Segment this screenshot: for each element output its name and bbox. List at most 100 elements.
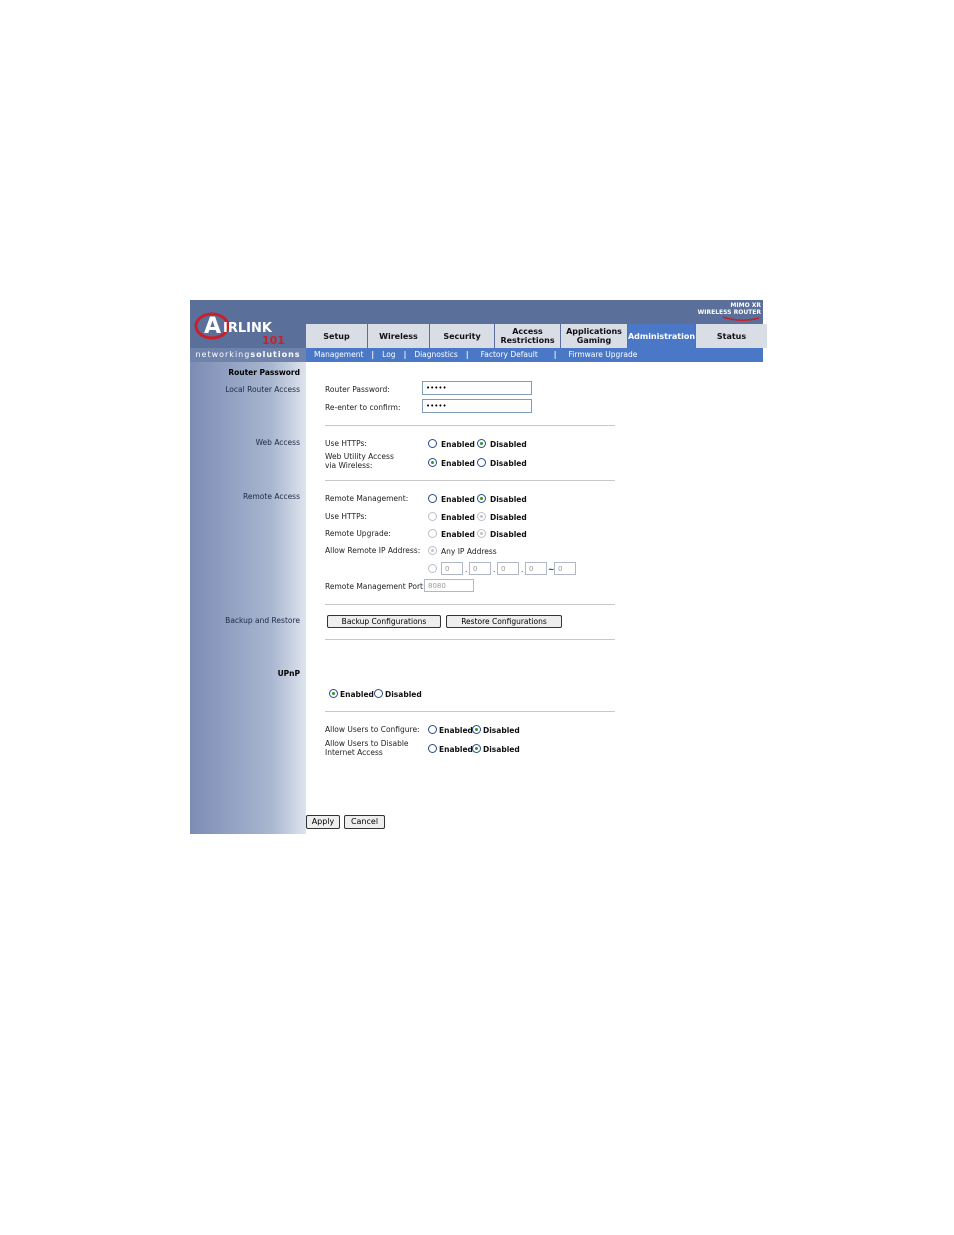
subnav-firmware-upgrade[interactable]: Firmware Upgrade [561,348,642,362]
remote-upgrade-enabled-label: Enabled [441,530,475,539]
web-wireless-label: Web Utility Access via Wireless: [325,452,394,470]
remote-port-label: Remote Management Port: [325,582,426,591]
label-web-access: Web Access [255,438,300,447]
tab-access-restrictions[interactable]: Access Restrictions [495,324,561,348]
label-backup-restore: Backup and Restore [225,616,300,625]
tab-applications-gaming[interactable]: Applications Gaming [561,324,628,348]
any-ip-radio[interactable] [428,546,437,555]
upnp-disabled-radio[interactable] [374,689,383,698]
allow-disable-disabled-radio[interactable] [472,744,481,753]
remote-mgmt-disabled-label: Disabled [490,495,527,504]
web-https-disabled-radio[interactable] [477,439,486,448]
router-admin-frame: A IRLINK 101 networkingsolutions MIMO XR… [190,300,767,834]
tagline-networking: networking [195,350,251,359]
tab-security[interactable]: Security [430,324,495,348]
subnav-divider: | [553,350,557,359]
svg-text:A: A [204,314,221,339]
ip-dot: . [521,565,524,574]
web-wireless-disabled-radio[interactable] [477,458,486,467]
upnp-disabled-label: Disabled [385,690,422,699]
divider [325,425,615,426]
airlink-logo: A IRLINK 101 [190,300,306,348]
svg-text:101: 101 [262,334,285,347]
subnav-management[interactable]: Management [306,348,367,362]
label-remote-access: Remote Access [243,492,300,501]
web-https-enabled-radio[interactable] [428,439,437,448]
allow-config-disabled-label: Disabled [483,726,520,735]
ip-octet-2-input[interactable]: 0 [469,562,491,575]
product-line-1: MIMO XR [730,302,761,309]
web-wireless-disabled-label: Disabled [490,459,527,468]
allow-disable-disabled-label: Disabled [483,745,520,754]
any-ip-label: Any IP Address [441,547,497,556]
remote-upgrade-label: Remote Upgrade: [325,529,391,538]
tab-setup[interactable]: Setup [306,324,368,348]
subnav-divider: | [465,350,469,359]
divider [325,604,615,605]
allow-config-disabled-radio[interactable] [472,725,481,734]
content-area: Router Password: ••••• Re-enter to confi… [306,362,763,834]
allow-users-configure-label: Allow Users to Configure: [325,725,420,734]
allow-disable-enabled-radio[interactable] [428,744,437,753]
remote-https-label: Use HTTPs: [325,512,367,521]
upnp-enabled-label: Enabled [340,690,374,699]
allow-config-enabled-radio[interactable] [428,725,437,734]
confirm-password-input[interactable]: ••••• [422,399,532,413]
cancel-button[interactable]: Cancel [344,815,385,829]
divider [325,639,615,640]
tagline-solutions: solutions [250,350,301,359]
backup-configurations-button[interactable]: Backup Configurations [327,615,441,628]
subnav-log[interactable]: Log [378,348,399,362]
tab-administration[interactable]: Administration [628,324,696,348]
swoosh-icon [722,316,760,321]
allow-users-disable-label: Allow Users to Disable Internet Access [325,739,409,757]
subnav-divider: | [403,350,407,359]
remote-mgmt-label: Remote Management: [325,494,409,503]
divider [325,480,615,481]
tab-status[interactable]: Status [696,324,767,348]
subnav-factory-default[interactable]: Factory Default [473,348,550,362]
remote-mgmt-enabled-radio[interactable] [428,494,437,503]
restore-configurations-button[interactable]: Restore Configurations [446,615,562,628]
web-wireless-enabled-label: Enabled [441,459,475,468]
web-https-enabled-label: Enabled [441,440,475,449]
web-https-disabled-label: Disabled [490,440,527,449]
main-tabs: Setup Wireless Security Access Restricti… [306,324,767,348]
router-password-input[interactable]: ••••• [422,381,532,395]
confirm-password-label: Re-enter to confirm: [325,403,401,412]
header: A IRLINK 101 networkingsolutions MIMO XR… [190,300,767,362]
allow-remote-ip-label: Allow Remote IP Address: [325,546,421,555]
remote-port-input[interactable]: 8080 [424,579,474,592]
subnav-diagnostics[interactable]: Diagnostics [410,348,462,362]
upnp-enabled-radio[interactable] [329,689,338,698]
product-badge: MIMO XR WIRELESS ROUTER [698,302,761,324]
tagline: networkingsolutions [190,348,306,362]
remote-upgrade-enabled-radio[interactable] [428,529,437,538]
remote-https-disabled-label: Disabled [490,513,527,522]
apply-button[interactable]: Apply [306,815,340,829]
sub-navigation: Management | Log | Diagnostics | Factory De… [306,348,763,362]
ip-octet-4-input[interactable]: 0 [525,562,547,575]
web-https-label: Use HTTPs: [325,439,367,448]
ip-octet-1-input[interactable]: 0 [441,562,463,575]
tab-wireless[interactable]: Wireless [368,324,430,348]
ip-dot: . [493,565,496,574]
remote-https-enabled-radio[interactable] [428,512,437,521]
router-password-label: Router Password: [325,385,390,394]
remote-mgmt-disabled-radio[interactable] [477,494,486,503]
section-upnp: UPnP [277,669,300,678]
remote-https-enabled-label: Enabled [441,513,475,522]
divider [325,711,615,712]
ip-range-radio[interactable] [428,564,437,573]
remote-https-disabled-radio[interactable] [477,512,486,521]
ip-dot: . [465,565,468,574]
web-wireless-enabled-radio[interactable] [428,458,437,467]
sidebar: Router Password Local Router Access Web … [190,362,306,834]
ip-range-end-input[interactable]: 0 [554,562,576,575]
label-local-router-access: Local Router Access [225,385,300,394]
subnav-divider: | [371,350,375,359]
ip-octet-3-input[interactable]: 0 [497,562,519,575]
product-line-2: WIRELESS ROUTER [697,309,761,316]
remote-upgrade-disabled-radio[interactable] [477,529,486,538]
allow-config-enabled-label: Enabled [439,726,473,735]
